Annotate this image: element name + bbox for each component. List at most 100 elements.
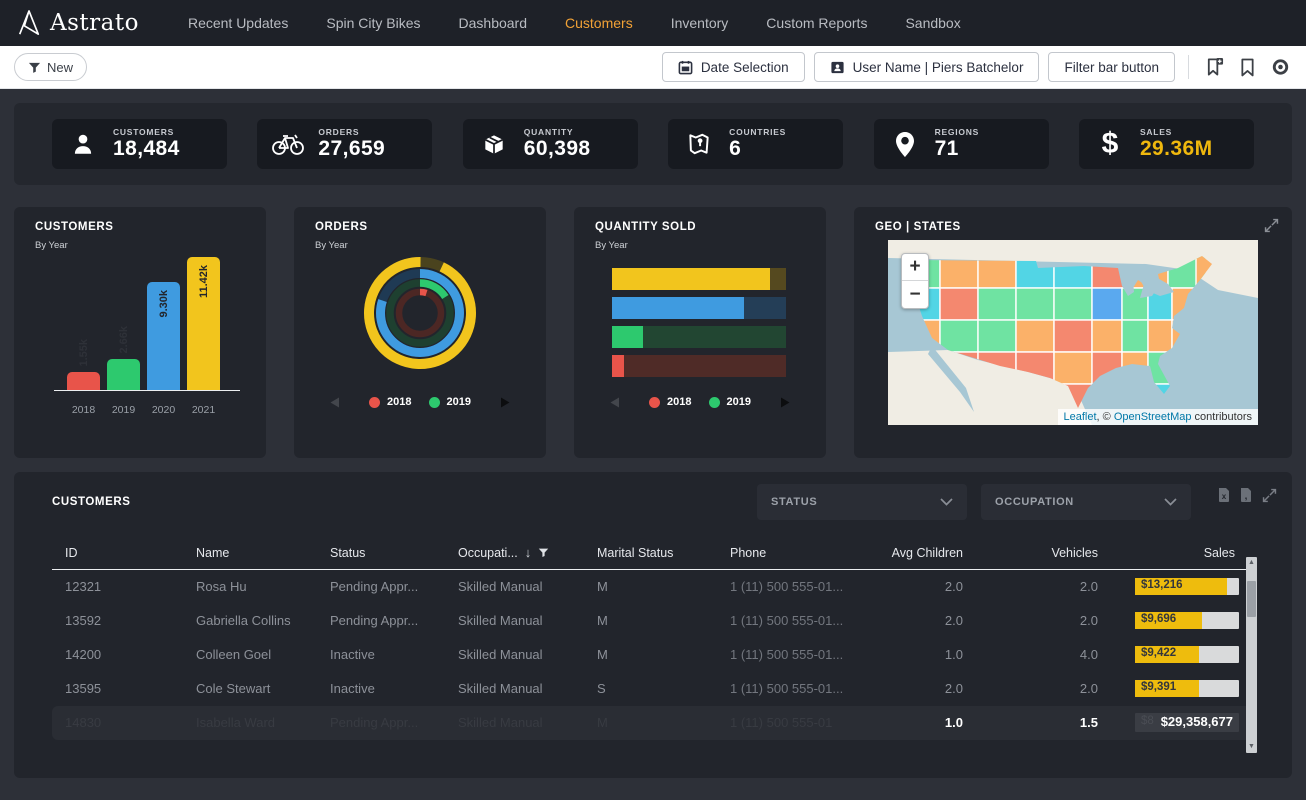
nav-item-custom-reports[interactable]: Custom Reports xyxy=(747,15,886,31)
orders-chart-panel: ORDERS By Year xyxy=(294,207,546,458)
bookmark-icon[interactable] xyxy=(1235,55,1259,79)
person-icon xyxy=(66,131,100,157)
nav-item-recent-updates[interactable]: Recent Updates xyxy=(169,15,307,31)
dropdown-label: STATUS xyxy=(771,496,817,508)
hbar-2018[interactable] xyxy=(612,355,786,377)
nav-item-dashboard[interactable]: Dashboard xyxy=(440,15,547,31)
bicycle-icon xyxy=(271,132,305,156)
col-header-occupation[interactable]: Occupati... ↓ xyxy=(445,545,584,570)
scrollbar-thumb[interactable] xyxy=(1247,581,1256,617)
col-header-name[interactable]: Name xyxy=(183,545,317,570)
col-header-avg-children[interactable]: Avg Children xyxy=(869,545,987,570)
col-header-sales[interactable]: Sales xyxy=(1122,545,1253,570)
nav-item-inventory[interactable]: Inventory xyxy=(652,15,748,31)
occupation-filter-dropdown[interactable]: OCCUPATION xyxy=(981,484,1191,520)
legend-label: 2019 xyxy=(447,396,471,408)
svg-text:,: , xyxy=(1245,491,1248,502)
col-header-id[interactable]: ID xyxy=(52,545,183,570)
bookmark-add-icon[interactable] xyxy=(1202,55,1226,79)
bar-2018[interactable]: 1.55k xyxy=(67,372,100,390)
export-excel-icon[interactable]: x xyxy=(1217,487,1231,503)
cell-occupation: Skilled Manual xyxy=(445,672,584,706)
kpi-value: 18,484 xyxy=(113,137,180,160)
table-row[interactable]: 13592 Gabriella Collins Pending Appr... … xyxy=(52,604,1253,638)
chart-title: ORDERS xyxy=(315,221,368,233)
legend-dot-2019 xyxy=(709,397,720,408)
date-selection-button[interactable]: Date Selection xyxy=(662,52,805,82)
cell-marital: S xyxy=(584,672,717,706)
sales-value: $9,696 xyxy=(1141,613,1176,625)
table-row[interactable]: 14200 Colleen Goel Inactive Skilled Manu… xyxy=(52,638,1253,672)
hbar-2020[interactable] xyxy=(612,297,786,319)
sales-value: $13,216 xyxy=(1141,579,1183,591)
hbar-2021[interactable] xyxy=(612,268,786,290)
dashboard-content: CUSTOMERS 18,484 ORDERS 27,659 xyxy=(0,89,1306,792)
customers-table: ID Name Status Occupati... ↓ Marital Sta… xyxy=(52,545,1253,740)
legend-item-2019[interactable]: 2019 xyxy=(709,396,751,408)
legend-label: 2018 xyxy=(387,396,411,408)
col-header-vehicles[interactable]: Vehicles xyxy=(987,545,1122,570)
legend-label: 2018 xyxy=(667,396,691,408)
brand[interactable]: Astrato xyxy=(16,8,139,38)
toolbar-right: Date Selection User Name | Piers Batchel… xyxy=(662,52,1292,82)
cell-sales: $9,422 xyxy=(1122,638,1253,672)
bar-2021[interactable]: 11.42k xyxy=(187,257,220,390)
kpi-value: 6 xyxy=(729,137,786,160)
new-filter-button[interactable]: New xyxy=(14,53,87,81)
eye-icon[interactable] xyxy=(1268,55,1292,79)
col-header-marital-status[interactable]: Marital Status xyxy=(584,545,717,570)
kpi-label: CUSTOMERS xyxy=(113,127,180,137)
zoom-out-button[interactable]: − xyxy=(902,281,928,308)
column-filter-icon[interactable] xyxy=(538,547,549,558)
quantity-chart-panel: QUANTITY SOLD By Year 2018 xyxy=(574,207,826,458)
attribution-sep: , © xyxy=(1097,411,1114,423)
nav-item-spin-city-bikes[interactable]: Spin City Bikes xyxy=(307,15,439,31)
hbar-2019[interactable] xyxy=(612,326,786,348)
cell-occupation: Skilled Manual xyxy=(445,638,584,672)
zoom-in-button[interactable]: + xyxy=(902,254,928,281)
legend-next-icon[interactable] xyxy=(500,397,510,408)
legend-prev-icon[interactable] xyxy=(610,397,620,408)
scroll-down-icon[interactable]: ▼ xyxy=(1246,742,1257,752)
legend-item-2018[interactable]: 2018 xyxy=(649,396,691,408)
legend-next-icon[interactable] xyxy=(780,397,790,408)
leaflet-link[interactable]: Leaflet xyxy=(1064,411,1097,423)
ghost-phone: 1 (11) 500 555-01 xyxy=(717,706,869,740)
kpi-customers: CUSTOMERS 18,484 xyxy=(52,119,227,169)
legend-dot-2018 xyxy=(649,397,660,408)
legend-item-2018[interactable]: 2018 xyxy=(369,396,411,408)
legend-prev-icon[interactable] xyxy=(330,397,340,408)
user-button[interactable]: User Name | Piers Batchelor xyxy=(814,52,1040,82)
expand-icon[interactable] xyxy=(1261,487,1278,504)
toolbar: New Date Selection User Name | Piers Bat xyxy=(0,46,1306,89)
map-icon xyxy=(682,131,716,157)
cell-id: 12321 xyxy=(52,570,183,604)
nav-item-customers[interactable]: Customers xyxy=(546,15,652,31)
astrato-logo-icon xyxy=(16,8,42,38)
totals-row: 14830 Isabella Ward Pending Appr... Skil… xyxy=(52,706,1253,740)
kpi-label: QUANTITY xyxy=(524,127,591,137)
legend-item-2019[interactable]: 2019 xyxy=(429,396,471,408)
table-vertical-scrollbar[interactable]: ▲ ▼ xyxy=(1246,557,1257,753)
bar-2019[interactable]: 2.66k xyxy=(107,359,140,390)
col-header-status[interactable]: Status xyxy=(317,545,445,570)
ghost-id: 14830 xyxy=(52,706,183,740)
ghost-occupation: Skilled Manual xyxy=(445,706,584,740)
export-csv-icon[interactable]: , xyxy=(1239,487,1253,503)
leaflet-map[interactable]: + − Leaflet, © OpenStreetMap contributor… xyxy=(888,240,1258,425)
bar-2020[interactable]: 9.30k xyxy=(147,282,180,390)
kpi-label: REGIONS xyxy=(935,127,980,137)
sort-desc-icon[interactable]: ↓ xyxy=(525,545,532,560)
expand-icon[interactable] xyxy=(1263,217,1280,239)
nav-item-sandbox[interactable]: Sandbox xyxy=(886,15,979,31)
kpi-value: 71 xyxy=(935,137,980,160)
table-row[interactable]: 13595 Cole Stewart Inactive Skilled Manu… xyxy=(52,672,1253,706)
status-filter-dropdown[interactable]: STATUS xyxy=(757,484,967,520)
osm-link[interactable]: OpenStreetMap xyxy=(1114,411,1192,423)
scroll-up-icon[interactable]: ▲ xyxy=(1246,558,1257,568)
col-header-phone[interactable]: Phone xyxy=(717,545,869,570)
table-row[interactable]: 12321 Rosa Hu Pending Appr... Skilled Ma… xyxy=(52,570,1253,604)
filter-bar-button[interactable]: Filter bar button xyxy=(1048,52,1175,82)
filter-bar-label: Filter bar button xyxy=(1064,60,1159,75)
sales-value: $9,391 xyxy=(1141,681,1176,693)
